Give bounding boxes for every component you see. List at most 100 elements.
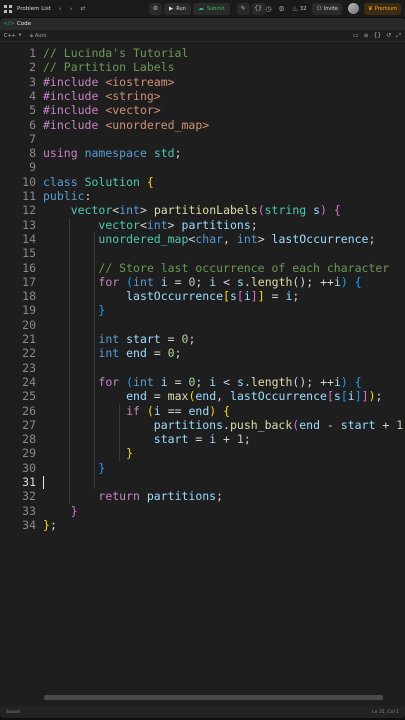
code-token: for bbox=[98, 274, 120, 289]
code-text: // Partition Labels bbox=[43, 60, 175, 74]
code-text: partitions.push_back(end - start + 1); bbox=[43, 418, 405, 432]
code-token: (); ++ bbox=[292, 374, 334, 389]
braces-icon[interactable]: {} bbox=[374, 32, 382, 39]
line-number: 24 bbox=[22, 374, 36, 389]
code-token: string bbox=[264, 203, 307, 218]
code-token: [ bbox=[326, 389, 334, 404]
line-number: 33 bbox=[22, 503, 36, 518]
code-text: public: bbox=[43, 189, 91, 203]
code-text: int end = 0; bbox=[43, 346, 181, 361]
format-icon[interactable]: ≡ bbox=[363, 32, 368, 39]
code-token: - bbox=[320, 417, 341, 432]
clock-icon[interactable]: ◷ bbox=[265, 5, 271, 13]
code-token: } bbox=[98, 303, 106, 318]
code-token: // Store last occurrence of each charact… bbox=[98, 260, 390, 275]
avatar[interactable] bbox=[347, 3, 359, 14]
code-editor[interactable]: 1 // Lucinda's Tutorial 2 // Partition Labe… bbox=[0, 44, 405, 694]
code-token: i bbox=[347, 389, 355, 404]
code-token: s bbox=[237, 274, 244, 289]
chevron-right-icon[interactable]: › bbox=[70, 5, 73, 13]
line-number: 25 bbox=[22, 389, 36, 404]
code-text: for (int i = 0; i < s.length(); ++i) { bbox=[43, 374, 362, 389]
code-token: int bbox=[133, 274, 154, 289]
line-number: 13 bbox=[22, 217, 36, 232]
code-token: <vector> bbox=[105, 103, 161, 118]
submit-button[interactable]: ☁ Submit bbox=[192, 2, 230, 15]
code-token: ) bbox=[320, 203, 327, 218]
debug-icon: ⚙ bbox=[152, 5, 159, 12]
bookmark-icon[interactable]: ▭ bbox=[353, 32, 359, 39]
code-token: for bbox=[98, 374, 120, 389]
invite-label: Invite bbox=[323, 5, 338, 12]
debug-button[interactable]: ⚙ bbox=[149, 2, 162, 15]
line-number: 16 bbox=[22, 260, 36, 275]
code-token: s bbox=[237, 374, 244, 389]
code-token: ; bbox=[243, 432, 251, 447]
code-token: int bbox=[236, 231, 258, 246]
code-token: } bbox=[126, 446, 134, 461]
indent-guide bbox=[119, 403, 120, 461]
code-panel: </> Code C++ ▾ 🔒︎ Auto ▭ ≡ {} ↺ ⤢ 1 // Lu… bbox=[0, 18, 405, 718]
run-icon: ▶ bbox=[169, 5, 174, 12]
tab-code[interactable]: </> Code bbox=[4, 21, 31, 27]
code-token: ( bbox=[257, 203, 265, 218]
code-token: { bbox=[333, 203, 341, 218]
premium-button[interactable]: ♛ Premium bbox=[363, 2, 401, 15]
line-number: 32 bbox=[22, 489, 36, 504]
line-number: 5 bbox=[29, 103, 36, 118]
horizontal-scrollbar[interactable] bbox=[44, 695, 383, 700]
line-number: 7 bbox=[29, 131, 36, 146]
line-number: 18 bbox=[22, 289, 36, 304]
code-text: lastOccurrence[s[i]] = i; bbox=[43, 289, 299, 303]
code-token: class bbox=[43, 174, 78, 189]
fire-icon[interactable]: ♨ bbox=[292, 5, 298, 13]
code-token: // Partition Labels bbox=[43, 60, 175, 75]
premium-icon: ♛ bbox=[367, 5, 373, 12]
code-text: }; bbox=[43, 518, 57, 532]
code-token: unordered_map bbox=[98, 231, 189, 246]
code-token: int bbox=[133, 374, 154, 389]
code-token: max bbox=[167, 389, 189, 404]
autosave-toggle[interactable]: 🔒︎ Auto bbox=[30, 33, 46, 39]
shuffle-icon[interactable]: ⇄ bbox=[80, 5, 85, 12]
grid-icon[interactable] bbox=[4, 4, 12, 13]
code-text: // Lucinda's Tutorial bbox=[43, 46, 188, 60]
code-token: == bbox=[160, 403, 189, 418]
language-select[interactable]: C++ ▾ bbox=[4, 33, 21, 39]
chevron-left-icon[interactable]: ‹ bbox=[59, 5, 62, 13]
note-button[interactable]: ✎ bbox=[236, 2, 250, 15]
code-token: { bbox=[354, 274, 362, 289]
code-token: s bbox=[313, 203, 321, 218]
code-token: int bbox=[98, 346, 120, 361]
line-number: 8 bbox=[29, 146, 36, 161]
editor-toolbar: C++ ▾ 🔒︎ Auto ▭ ≡ {} ↺ ⤢ bbox=[0, 30, 405, 42]
code-text: #include <unordered_map> bbox=[43, 118, 209, 132]
code-token: ; bbox=[195, 374, 210, 389]
cursor-position: Ln 31, Col 1 bbox=[372, 709, 399, 715]
code-token: ) bbox=[368, 389, 376, 404]
code-token: { bbox=[354, 374, 362, 389]
code-token: < bbox=[139, 217, 147, 232]
fullscreen-icon[interactable]: ⤢ bbox=[396, 32, 401, 40]
code-token: length bbox=[250, 374, 293, 389]
reset-icon[interactable]: ↺ bbox=[386, 32, 391, 39]
code-token: partitions bbox=[146, 489, 217, 504]
run-button[interactable]: ▶ Run bbox=[164, 2, 191, 15]
invite-button[interactable]: ⚇ Invite bbox=[312, 2, 342, 15]
streak-count: 32 bbox=[300, 5, 307, 12]
code-token: lastOccurrence bbox=[271, 231, 369, 246]
problem-list-link[interactable]: Problem List bbox=[17, 6, 51, 12]
line-number: 17 bbox=[22, 274, 36, 289]
settings-icon[interactable]: ⚙ bbox=[278, 5, 284, 13]
